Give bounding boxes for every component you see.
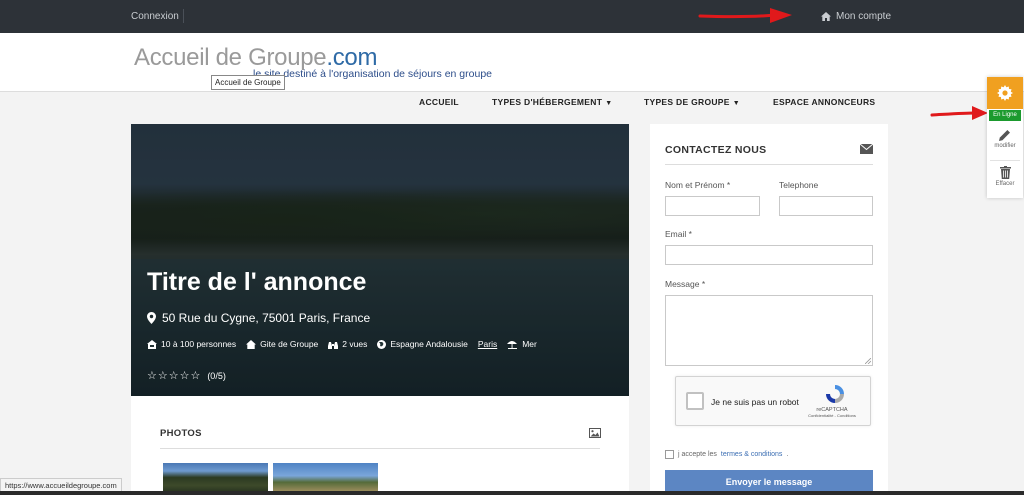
- hero-banner: Titre de l' annonce 50 Rue du Cygne, 750…: [131, 124, 629, 396]
- name-label: Nom et Prénom *: [665, 180, 731, 190]
- gear-icon: [997, 85, 1013, 101]
- listing-rating: ☆☆☆☆☆ (0/5): [147, 369, 226, 382]
- nav-label: ESPACE ANNONCEURS: [773, 97, 876, 107]
- bottom-strip: [0, 491, 1024, 495]
- listing-title: Titre de l' annonce: [147, 268, 367, 296]
- account-link[interactable]: Mon compte: [821, 11, 891, 22]
- email-field[interactable]: [665, 245, 873, 265]
- photos-divider: [160, 448, 600, 449]
- home-icon: [821, 12, 831, 21]
- star-rating-icons[interactable]: ☆☆☆☆☆: [147, 369, 201, 382]
- environment-text: Mer: [522, 339, 537, 349]
- delete-label: Effacer: [995, 181, 1015, 187]
- region-info: Espagne Andalousie: [377, 339, 468, 349]
- globe-icon: [377, 339, 387, 349]
- terms-row: j accepte les termes & conditions.: [665, 450, 788, 459]
- side-divider: [990, 160, 1020, 161]
- site-header: Accueil de Groupe.com le site destiné à …: [0, 33, 1024, 92]
- recaptcha-checkbox[interactable]: [686, 392, 704, 410]
- topbar-divider: [183, 9, 184, 23]
- recaptcha-widget: Je ne suis pas un robot reCAPTCHA Confid…: [675, 376, 871, 426]
- nav-item-accueil[interactable]: ACCUEIL: [419, 97, 459, 107]
- bed-icon: [147, 339, 157, 349]
- nav-label: TYPES D'HÉBERGEMENT: [492, 97, 603, 107]
- recaptcha-label: Je ne suis pas un robot: [711, 397, 799, 407]
- account-label: Mon compte: [836, 11, 892, 22]
- type-info: Gite de Groupe: [246, 339, 318, 349]
- online-status-badge: En Ligne: [989, 110, 1021, 121]
- terms-link[interactable]: termes & conditions: [721, 451, 782, 458]
- environment-info: Mer: [507, 339, 537, 349]
- image-icon: [589, 428, 601, 438]
- hero-overlay: [131, 124, 629, 396]
- nav-item-espace-annonceurs[interactable]: ESPACE ANNONCEURS: [773, 97, 875, 107]
- resize-handle-icon[interactable]: [865, 358, 871, 364]
- trash-icon: [999, 166, 1011, 179]
- envelope-icon: [860, 144, 873, 154]
- message-label: Message *: [665, 279, 706, 289]
- nav-label: TYPES DE GROUPE: [644, 97, 730, 107]
- phone-label: Telephone: [779, 180, 819, 190]
- map-marker-icon: [147, 312, 156, 324]
- contact-panel: CONTACTEZ NOUS Nom et Prénom * Telephone…: [650, 124, 888, 495]
- capacity-text: 10 à 100 personnes: [161, 339, 237, 349]
- login-link[interactable]: Connexion: [131, 11, 179, 22]
- edit-button[interactable]: modifier: [987, 129, 1023, 149]
- edit-label: modifier: [994, 143, 1016, 149]
- beach-umbrella-icon: [507, 340, 518, 349]
- contact-title: CONTACTEZ NOUS: [665, 144, 767, 156]
- name-field[interactable]: [665, 196, 760, 216]
- nav-item-types-hebergement[interactable]: TYPES D'HÉBERGEMENT ▼: [492, 97, 612, 107]
- recaptcha-brand: reCAPTCHA Confidentialité - Conditions: [800, 407, 864, 418]
- logo-tld: .com: [326, 44, 378, 71]
- contact-divider: [665, 164, 873, 165]
- recaptcha-links[interactable]: Confidentialité - Conditions: [800, 413, 864, 418]
- listing-address: 50 Rue du Cygne, 75001 Paris, France: [147, 311, 370, 325]
- message-textarea[interactable]: [665, 295, 873, 366]
- region-text: Espagne Andalousie: [390, 339, 468, 349]
- type-text: Gite de Groupe: [260, 339, 319, 349]
- terms-checkbox[interactable]: [665, 450, 674, 459]
- photos-title: PHOTOS: [160, 428, 202, 439]
- email-label: Email *: [665, 229, 692, 239]
- caret-down-icon: ▼: [605, 100, 613, 107]
- caret-down-icon: ▼: [732, 100, 740, 107]
- capacity-info: 10 à 100 personnes: [147, 339, 236, 349]
- logo-tooltip: Accueil de Groupe: [211, 75, 285, 90]
- settings-button[interactable]: [987, 77, 1023, 109]
- logo-main: Accueil de Groupe: [134, 44, 327, 71]
- address-text: 50 Rue du Cygne, 75001 Paris, France: [162, 311, 371, 325]
- photos-section: PHOTOS: [131, 396, 629, 495]
- admin-side-widget: En Ligne modifier Effacer: [987, 77, 1023, 198]
- nav-label: ACCUEIL: [419, 97, 459, 107]
- status-bar-url: https://www.accueildegroupe.com: [0, 478, 122, 492]
- terms-prefix: j accepte les: [678, 451, 717, 458]
- terms-suffix: .: [786, 451, 789, 458]
- pencil-icon: [999, 130, 1010, 141]
- annotation-arrow-side: [930, 106, 988, 120]
- phone-field[interactable]: [779, 196, 873, 216]
- rating-value: (0/5): [207, 370, 226, 381]
- top-bar: Connexion Mon compte: [0, 0, 1024, 33]
- house-icon: [246, 339, 257, 349]
- views-text: 2 vues: [342, 339, 368, 349]
- city-link[interactable]: Paris: [478, 339, 497, 349]
- nav-item-types-groupe[interactable]: TYPES DE GROUPE ▼: [644, 97, 740, 107]
- views-info: 2 vues: [328, 339, 367, 349]
- recaptcha-logo-icon: [826, 385, 844, 403]
- delete-button[interactable]: Effacer: [987, 166, 1023, 187]
- site-tagline: le site destiné à l'organisation de séjo…: [253, 68, 492, 80]
- annotation-arrow-top: [698, 8, 792, 23]
- listing-meta: 10 à 100 personnes Gite de Groupe 2 vues…: [147, 339, 537, 349]
- binoculars-icon: [328, 341, 339, 349]
